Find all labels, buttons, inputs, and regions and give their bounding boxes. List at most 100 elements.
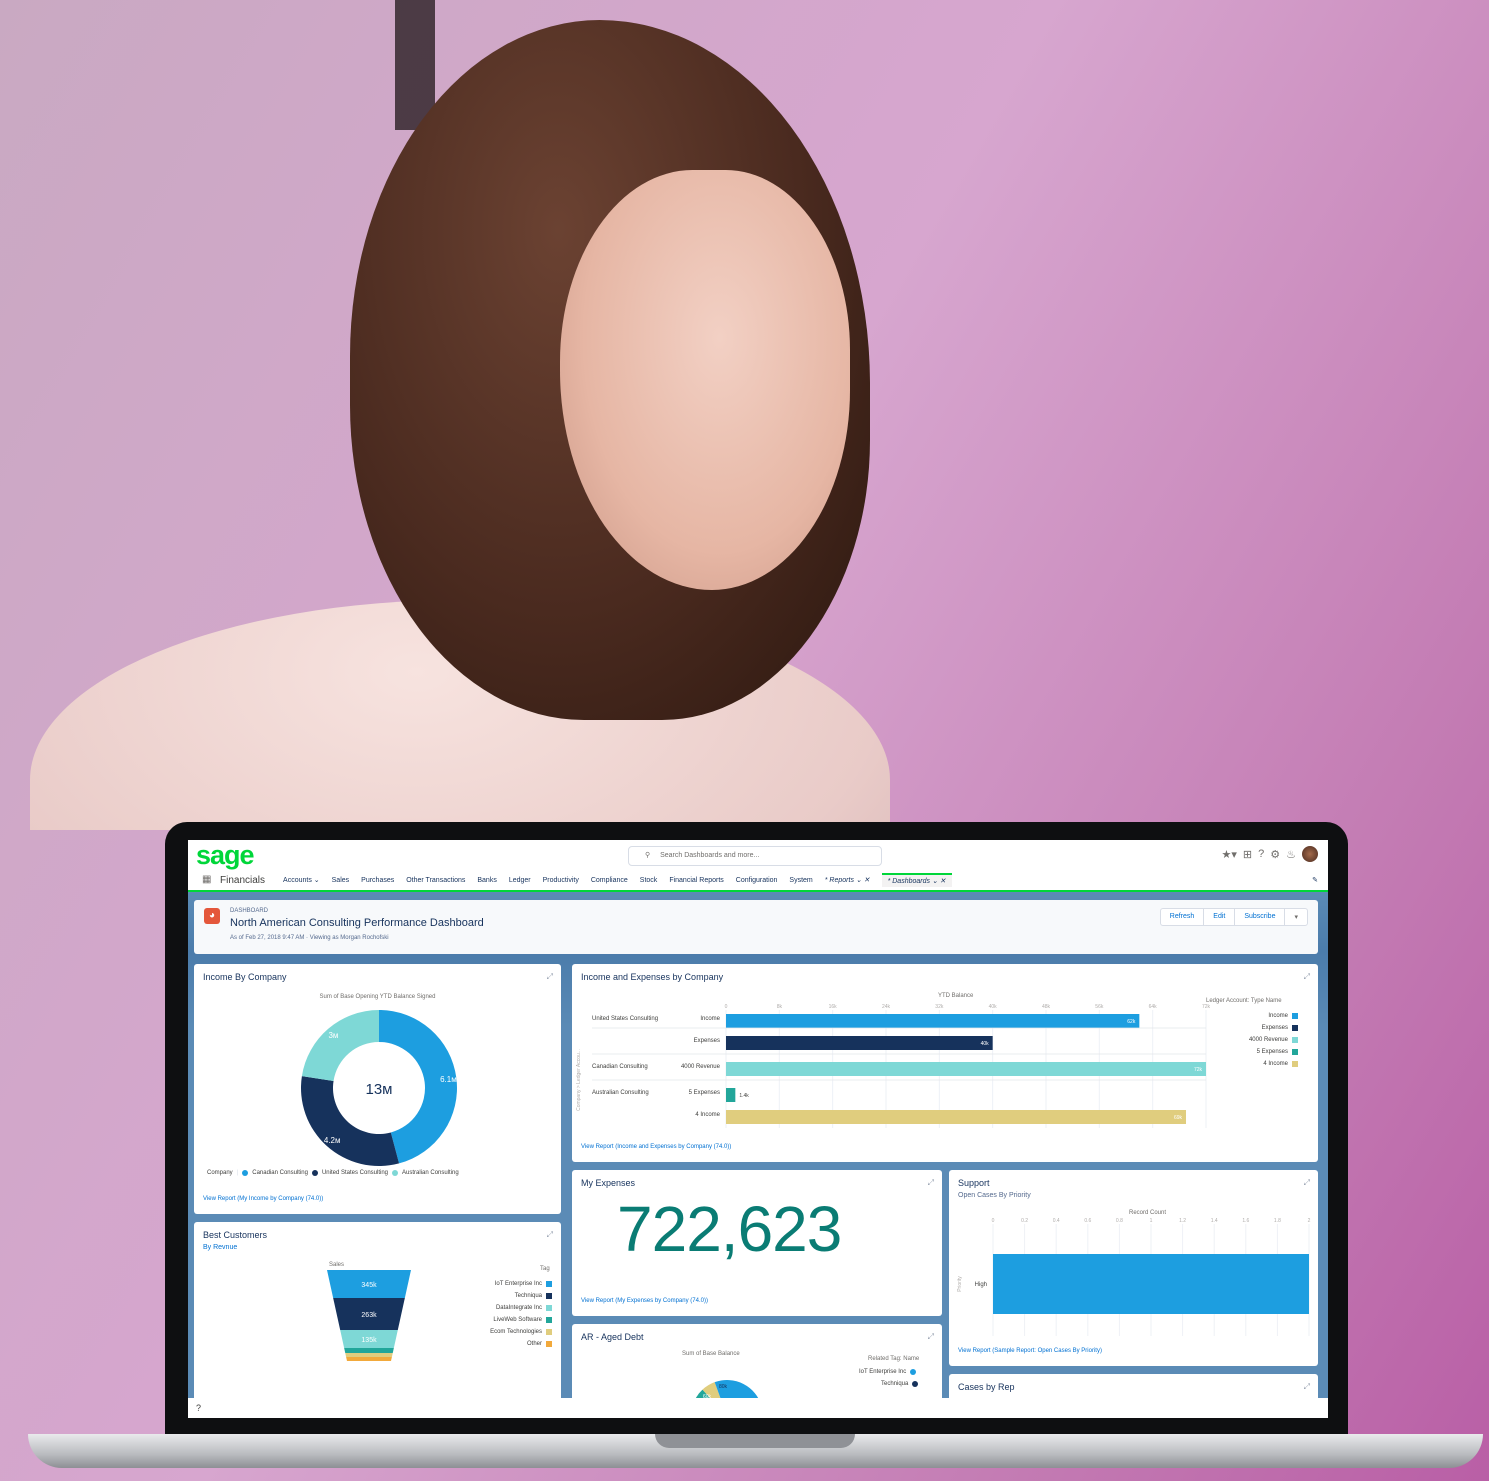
legend-item: Income — [1268, 1013, 1288, 1019]
nav-bar: ▦ Financials Accounts ⌄ Sales Purchases … — [188, 870, 1328, 892]
help-icon[interactable]: ? — [1258, 848, 1264, 860]
tab-dashboards[interactable]: * Dashboards ⌄ ✕ — [881, 873, 952, 887]
expand-icon[interactable]: ⤢ — [928, 1332, 934, 1342]
donut-slice — [301, 1010, 379, 1081]
legend-swatch — [546, 1305, 552, 1311]
chart-title: Sum of Base Balance — [682, 1351, 740, 1357]
legend-swatch — [1292, 1037, 1298, 1043]
card-title: Support — [958, 1178, 990, 1188]
tick-label: 0.6 — [1084, 1218, 1091, 1224]
funnel-segment — [346, 1357, 392, 1361]
tick-label: 24k — [882, 1004, 891, 1010]
tick-label: 0.4 — [1053, 1218, 1060, 1224]
nav-item-financial-reports[interactable]: Financial Reports — [669, 877, 723, 884]
dashboard-subtitle: As of Feb 27, 2018 9:47 AM · Viewing as … — [230, 935, 389, 941]
edit-button[interactable]: Edit — [1204, 909, 1236, 925]
expand-icon[interactable]: ⤢ — [1304, 972, 1310, 982]
card-title: Income By Company — [203, 972, 287, 982]
tick-label: 40k — [989, 1004, 998, 1010]
bar — [726, 1088, 736, 1102]
subscribe-button[interactable]: Subscribe — [1235, 909, 1286, 925]
legend-swatch — [546, 1281, 552, 1287]
nav-item-sales[interactable]: Sales — [332, 877, 350, 884]
legend-swatch — [910, 1369, 917, 1375]
nav-item-other-transactions[interactable]: Other Transactions — [406, 877, 465, 884]
account-label: 5 Expenses — [689, 1090, 720, 1096]
expand-icon[interactable]: ⤢ — [547, 972, 553, 982]
nav-item-configuration[interactable]: Configuration — [736, 877, 778, 884]
legend-item: IoT Enterprise Inc — [859, 1369, 907, 1375]
help-icon[interactable]: ? — [196, 1403, 201, 1413]
expand-icon[interactable]: ⤢ — [547, 1230, 553, 1240]
funnel-segment — [344, 1348, 394, 1353]
favorites-icon[interactable]: ★▾ — [1222, 848, 1237, 861]
nav-item-system[interactable]: System — [789, 877, 812, 884]
bar-value-label: 40k — [981, 1041, 990, 1047]
nav-item-stock[interactable]: Stock — [640, 877, 658, 884]
legend-item: DataIntegrate Inc — [495, 1305, 542, 1311]
nav-item-purchases[interactable]: Purchases — [361, 877, 394, 884]
nav-item-accounts[interactable]: Accounts ⌄ — [283, 876, 320, 884]
legend-item: LiveWeb Software — [493, 1317, 542, 1323]
company-label: Canadian Consulting — [592, 1064, 648, 1070]
view-report-link[interactable]: View Report (My Expenses by Company (74.… — [581, 1298, 708, 1304]
view-report-link[interactable]: View Report (My Income by Company (74.0)… — [203, 1196, 323, 1202]
legend-title: Company — [207, 1170, 233, 1176]
app-launcher-icon[interactable]: ▦ — [202, 874, 214, 886]
legend-item: 4 Income — [1263, 1061, 1288, 1067]
legend-item-row: 4 Income — [1192, 1058, 1298, 1070]
card-title: Cases by Rep — [958, 1382, 1015, 1392]
search-input[interactable]: ⚲ Search Dashboards and more... — [628, 846, 882, 866]
account-label: 4000 Revenue — [681, 1064, 721, 1070]
nav-item-ledger[interactable]: Ledger — [509, 877, 531, 884]
card-subtitle: Open Cases By Priority — [958, 1192, 1031, 1199]
bar-value-label: 1.4k — [739, 1093, 749, 1099]
edit-nav-icon[interactable]: ✎ — [1312, 876, 1318, 884]
segment-label: 345k — [361, 1282, 377, 1289]
avatar[interactable] — [1302, 846, 1318, 862]
refresh-button[interactable]: Refresh — [1161, 909, 1205, 925]
best-customers-card: Best Customers By Revnue ⤢ Sales 345k 263… — [194, 1222, 561, 1402]
y-axis-title: Company > Ledger Accou... — [576, 1049, 582, 1111]
legend-item-row: Techniqua — [444, 1290, 552, 1302]
nav-item-compliance[interactable]: Compliance — [591, 877, 628, 884]
segment-label: 135k — [361, 1337, 377, 1344]
bar-value-label: 69k — [1174, 1115, 1183, 1121]
nav-item-productivity[interactable]: Productivity — [543, 877, 579, 884]
laptop-screen: sage ⚲ Search Dashboards and more... ★▾ … — [188, 840, 1328, 1418]
search-placeholder: Search Dashboards and more... — [660, 852, 760, 859]
view-report-link[interactable]: View Report (Income and Expenses by Comp… — [581, 1144, 731, 1150]
legend-item-row: IoT Enterprise Inc — [444, 1278, 552, 1290]
expand-icon[interactable]: ⤢ — [928, 1178, 934, 1188]
add-icon[interactable]: ⊞ — [1243, 848, 1252, 861]
tick-label: 0.2 — [1021, 1218, 1028, 1224]
bar — [726, 1036, 993, 1050]
expand-icon[interactable]: ⤢ — [1304, 1178, 1310, 1188]
sage-logo[interactable]: sage — [196, 840, 255, 871]
nav-item-banks[interactable]: Banks — [477, 877, 496, 884]
bell-icon[interactable]: ♨ — [1286, 848, 1296, 861]
income-expenses-legend: Income Expenses 4000 Revenue 5 Expenses 4 In… — [1192, 1010, 1298, 1070]
page-title: North American Consulting Performance Da… — [230, 917, 484, 929]
legend-item: 4000 Revenue — [1248, 1037, 1288, 1043]
bar — [726, 1062, 1206, 1076]
funnel-segment — [345, 1353, 393, 1357]
gear-icon[interactable]: ⚙ — [1270, 848, 1280, 861]
search-icon: ⚲ — [645, 852, 651, 859]
tick-label: 2 — [1308, 1218, 1311, 1224]
tab-reports[interactable]: * Reports ⌄ ✕ — [825, 876, 870, 884]
expand-icon[interactable]: ⤢ — [1304, 1382, 1310, 1392]
view-report-link[interactable]: View Report (Sample Report: Open Cases B… — [958, 1348, 1102, 1354]
company-label: Australian Consulting — [592, 1090, 649, 1096]
donut-center-label: 13м — [366, 1081, 393, 1098]
legend-item-row: DataIntegrate Inc — [444, 1302, 552, 1314]
company-label: United States Consulting — [592, 1016, 658, 1022]
tick-label: 1 — [1150, 1218, 1153, 1224]
legend-item-row: Techniqua — [881, 1381, 919, 1387]
tick-label: 1.6 — [1242, 1218, 1249, 1224]
more-actions-button[interactable]: ▾ — [1285, 909, 1307, 925]
dashboard-header: ◕ DASHBOARD North American Consulting Pe… — [194, 900, 1318, 954]
tick-label: 32k — [935, 1004, 944, 1010]
legend-item-row: Other — [444, 1338, 552, 1350]
dashboard-canvas: ◕ DASHBOARD North American Consulting Pe… — [188, 892, 1328, 1414]
